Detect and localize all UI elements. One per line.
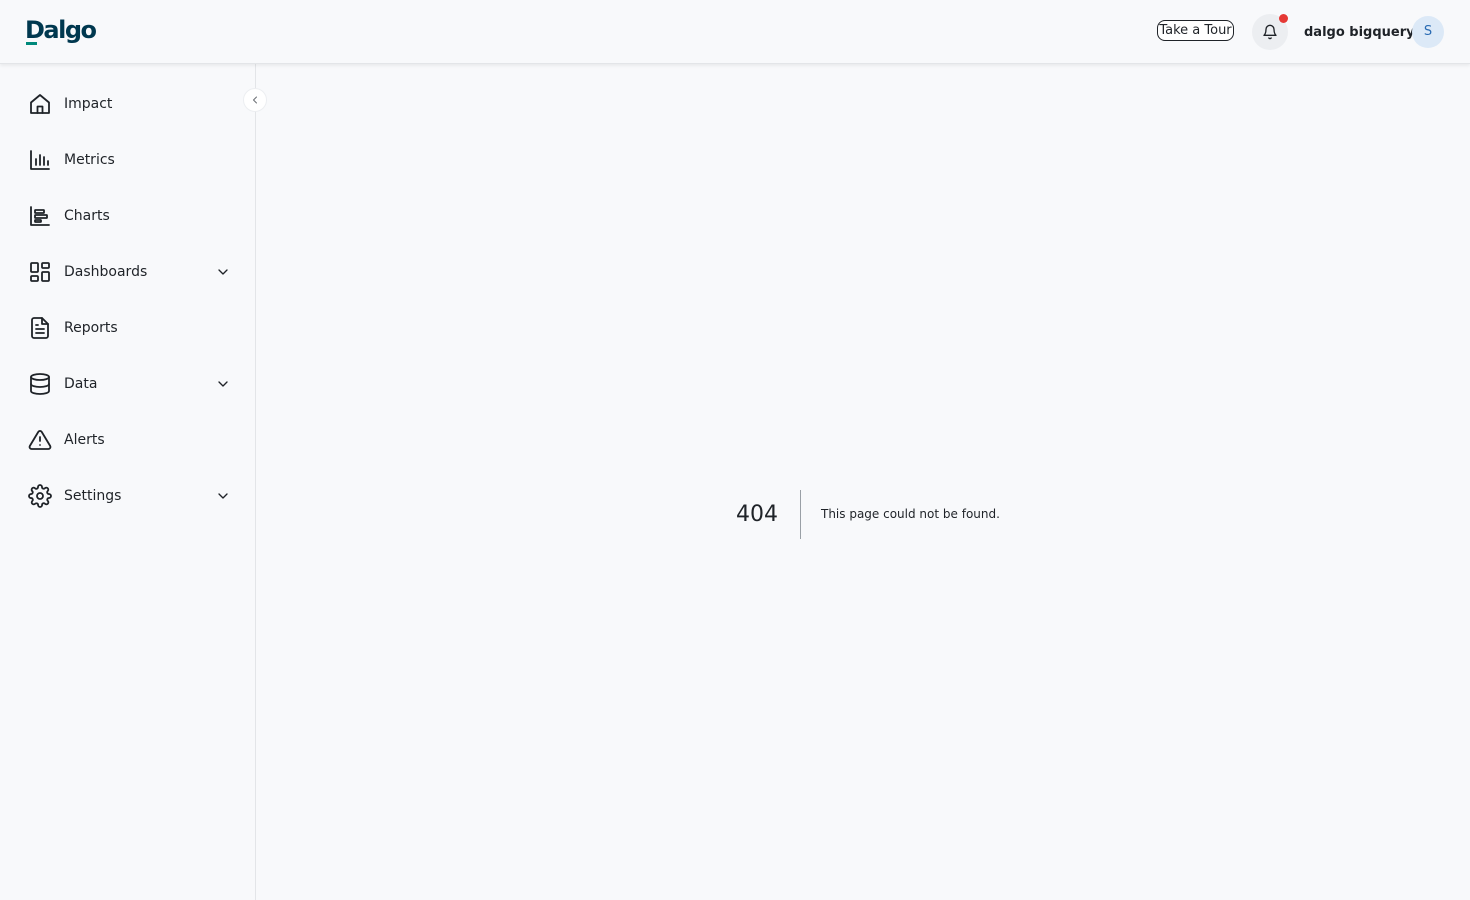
sidebar-item-label: Dashboards <box>64 264 148 280</box>
error-code: 404 <box>736 490 801 539</box>
dashboard-grid-icon <box>30 262 50 282</box>
chevron-down-icon[interactable] <box>215 376 231 392</box>
sidebar: Impact Metrics Charts Dashboards Reports… <box>0 64 256 900</box>
alert-triangle-icon <box>28 430 52 450</box>
chevron-left-icon <box>253 96 257 104</box>
database-icon <box>30 373 50 395</box>
collapse-sidebar-button[interactable] <box>243 88 267 112</box>
logo-accent-bar <box>26 42 37 45</box>
chart-icon <box>30 206 50 226</box>
dalgo-logo[interactable]: Dalgo <box>25 17 97 43</box>
sidebar-item-impact[interactable]: Impact <box>0 84 255 124</box>
sidebar-item-data[interactable]: Data <box>0 364 255 404</box>
chevron-down-icon[interactable] <box>215 264 231 280</box>
sidebar-item-label: Settings <box>64 488 122 504</box>
avatar[interactable]: S <box>1412 16 1444 48</box>
take-a-tour-button[interactable]: Take a Tour <box>1157 20 1234 41</box>
chevron-down-icon[interactable] <box>215 488 231 504</box>
sidebar-item-metrics[interactable]: Metrics <box>0 140 255 180</box>
sidebar-item-settings[interactable]: Settings <box>0 476 255 516</box>
home-icon <box>30 94 50 114</box>
sidebar-item-label: Reports <box>64 320 118 336</box>
sidebar-item-label: Impact <box>64 96 113 112</box>
sidebar-item-label: Data <box>64 376 98 392</box>
bar-chart-icon <box>30 150 50 170</box>
sidebar-item-charts[interactable]: Charts <box>0 196 255 236</box>
sidebar-item-label: Alerts <box>64 432 105 448</box>
sidebar-item-alerts[interactable]: Alerts <box>0 420 255 460</box>
report-document-icon <box>31 317 49 339</box>
sidebar-item-label: Metrics <box>64 152 115 168</box>
username-label[interactable]: dalgo bigquery <box>1304 24 1415 41</box>
sidebar-item-label: Charts <box>64 208 110 224</box>
top-header: Dalgo Take a Tour dalgo bigquery S <box>0 0 1470 64</box>
bell-icon <box>1263 24 1277 40</box>
sidebar-item-reports[interactable]: Reports <box>0 308 255 348</box>
sidebar-item-dashboards[interactable]: Dashboards <box>0 252 255 292</box>
error-message: This page could not be found. <box>821 507 1000 521</box>
not-found-message: 404 This page could not be found. <box>736 490 1000 539</box>
notification-dot <box>1279 14 1288 23</box>
gear-icon <box>28 484 52 508</box>
